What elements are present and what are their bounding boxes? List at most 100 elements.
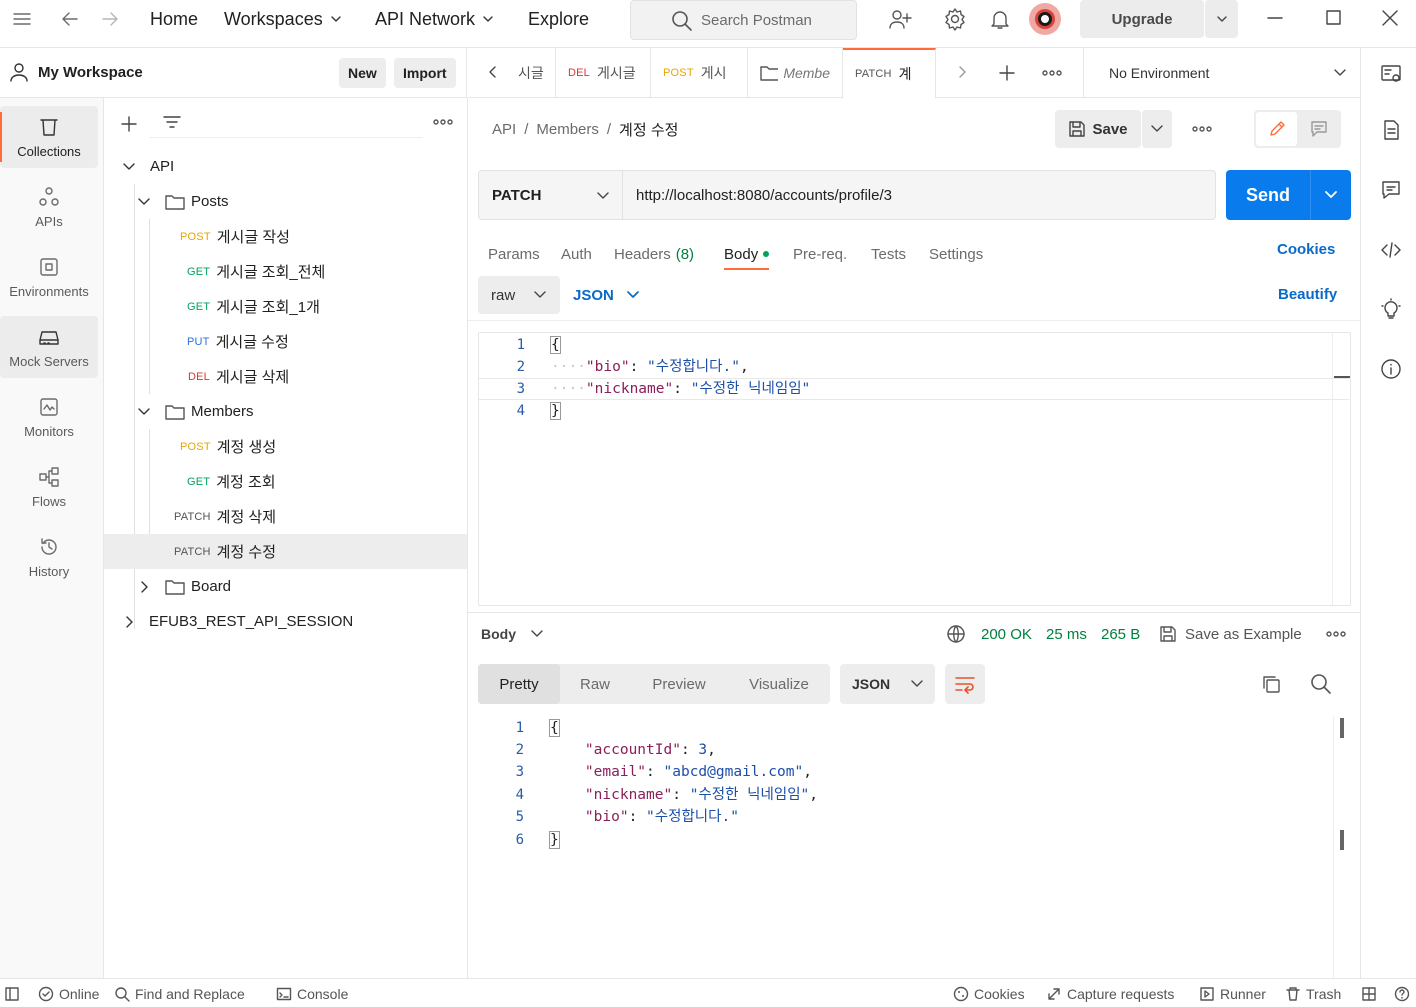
invite-user-icon[interactable] — [888, 8, 912, 30]
home-link[interactable]: Home — [150, 0, 198, 38]
sidebar-item-mock-servers[interactable]: Mock Servers — [0, 316, 98, 378]
tabs-scroll-right-icon[interactable] — [955, 65, 969, 79]
tab-raw[interactable]: Raw — [560, 664, 630, 704]
response-format-select[interactable]: JSON — [840, 664, 935, 704]
body-language-select[interactable]: JSON — [573, 276, 640, 314]
lightbulb-icon[interactable] — [1380, 298, 1402, 320]
console-button[interactable]: Console — [276, 979, 348, 1007]
workspaces-menu[interactable]: Workspaces — [224, 0, 343, 38]
tabs-scroll-left-icon[interactable] — [486, 65, 500, 79]
cookies-button[interactable]: Cookies — [953, 979, 1025, 1007]
save-as-example-button[interactable]: Save as Example — [1159, 614, 1302, 654]
upgrade-dropdown[interactable] — [1205, 0, 1238, 38]
tab-pretty[interactable]: Pretty — [478, 664, 560, 704]
comments-icon[interactable] — [1380, 179, 1402, 201]
tree-request[interactable]: GET 게시글 조회_전체 — [104, 254, 467, 289]
globe-icon[interactable] — [946, 614, 966, 654]
tree-request[interactable]: GET 게시글 조회_1개 — [104, 289, 467, 324]
tabs-more-icon[interactable] — [1042, 68, 1062, 78]
request-tab[interactable]: 시글 — [518, 48, 556, 98]
breadcrumb-current[interactable]: 계정 수정 — [619, 119, 678, 140]
tree-request[interactable]: GET 계정 조회 — [104, 464, 467, 499]
add-collection-icon[interactable] — [120, 115, 138, 133]
edit-mode-button[interactable] — [1256, 112, 1297, 146]
sidebar-item-history[interactable]: History — [0, 526, 98, 588]
tab-pre-request[interactable]: Pre-req. — [793, 238, 847, 270]
response-body-viewer[interactable]: 1 2 3 4 5 6 { "accountId": 3, "email": "… — [478, 716, 1351, 978]
tree-folder-members[interactable]: Members — [104, 394, 467, 429]
trash-button[interactable]: Trash — [1285, 979, 1341, 1007]
save-dropdown[interactable] — [1142, 110, 1172, 148]
tree-folder-api[interactable]: API — [104, 149, 467, 184]
more-options-icon[interactable] — [433, 117, 453, 127]
notifications-bell-icon[interactable] — [988, 7, 1012, 31]
tree-request[interactable]: PUT 게시글 수정 — [104, 324, 467, 359]
tab-headers[interactable]: Headers (8) — [614, 238, 694, 270]
response-status[interactable]: 200 OK — [981, 614, 1032, 654]
menu-icon[interactable] — [12, 10, 32, 28]
tree-request[interactable]: DEL 게시글 삭제 — [104, 359, 467, 394]
sidebar-item-apis[interactable]: APIs — [0, 176, 98, 238]
tree-collection-session[interactable]: EFUB3_REST_API_SESSION — [104, 604, 467, 639]
avatar[interactable] — [1029, 3, 1061, 35]
filter-input[interactable] — [149, 108, 423, 138]
tree-folder-posts[interactable]: Posts — [104, 184, 467, 219]
sidebar-item-monitors[interactable]: Monitors — [0, 386, 98, 448]
online-status[interactable]: Online — [38, 979, 99, 1007]
url-input[interactable] — [623, 170, 1216, 220]
search-input[interactable]: Search Postman — [630, 0, 857, 40]
save-button[interactable]: Save — [1055, 110, 1141, 148]
search-response-icon[interactable] — [1310, 673, 1332, 695]
documentation-icon[interactable] — [1380, 119, 1402, 141]
new-button[interactable]: New — [339, 58, 386, 88]
cookies-link[interactable]: Cookies — [1277, 241, 1335, 258]
tab-auth[interactable]: Auth — [561, 238, 592, 270]
import-button[interactable]: Import — [394, 58, 456, 88]
response-more-icon[interactable] — [1326, 614, 1346, 654]
send-dropdown[interactable] — [1310, 170, 1351, 220]
request-more-icon[interactable] — [1192, 124, 1212, 134]
request-tab[interactable]: Membe — [748, 48, 843, 98]
runner-button[interactable]: Runner — [1199, 979, 1266, 1007]
maximize-window-icon[interactable] — [1325, 9, 1343, 27]
breadcrumb-item[interactable]: Members — [536, 121, 599, 138]
tab-preview[interactable]: Preview — [638, 664, 720, 704]
request-body-editor[interactable]: 1 2 3 4 { ····"bio": "수정합니다.", ····"nick… — [478, 332, 1351, 606]
tab-params[interactable]: Params — [488, 238, 540, 270]
request-tab[interactable]: DEL 게시글 — [556, 48, 651, 98]
close-window-icon[interactable] — [1381, 9, 1399, 27]
toggle-sidebar-icon[interactable] — [4, 979, 20, 1007]
find-replace-button[interactable]: Find and Replace — [114, 979, 245, 1007]
code-snippet-icon[interactable] — [1380, 239, 1402, 261]
sidebar-item-environments[interactable]: Environments — [0, 246, 98, 308]
tab-settings[interactable]: Settings — [929, 238, 983, 270]
tab-body[interactable]: Body — [724, 238, 770, 270]
tab-visualize[interactable]: Visualize — [734, 664, 824, 704]
body-type-select[interactable]: raw — [478, 276, 560, 314]
explore-link[interactable]: Explore — [528, 0, 589, 38]
environment-quick-look-icon[interactable] — [1380, 63, 1402, 85]
environment-select[interactable]: No Environment — [1083, 48, 1360, 98]
response-scrollbar[interactable] — [1333, 716, 1351, 978]
tree-request[interactable]: PATCH 계정 삭제 — [104, 499, 467, 534]
response-size[interactable]: 265 B — [1101, 614, 1140, 654]
sidebar-item-collections[interactable]: Collections — [0, 106, 98, 168]
editor-scrollbar[interactable] — [1332, 333, 1350, 605]
request-tab[interactable]: POST 게시 — [651, 48, 748, 98]
tree-folder-board[interactable]: Board — [104, 569, 467, 604]
response-time[interactable]: 25 ms — [1046, 614, 1087, 654]
info-icon[interactable] — [1380, 358, 1402, 380]
minimize-window-icon[interactable] — [1266, 9, 1284, 27]
help-icon[interactable] — [1394, 979, 1410, 1007]
tree-request[interactable]: POST 게시글 작성 — [104, 219, 467, 254]
api-network-menu[interactable]: API Network — [375, 0, 495, 38]
send-button[interactable]: Send — [1226, 170, 1310, 220]
tree-request-selected[interactable]: PATCH 계정 수정 — [104, 534, 467, 569]
http-method-select[interactable]: PATCH — [478, 170, 623, 220]
response-body-select[interactable]: Body — [481, 614, 544, 654]
forward-arrow-icon[interactable] — [100, 9, 120, 29]
tab-tests[interactable]: Tests — [871, 238, 906, 270]
new-tab-icon[interactable] — [998, 64, 1016, 82]
capture-requests-button[interactable]: Capture requests — [1046, 979, 1174, 1007]
copy-icon[interactable] — [1260, 673, 1282, 695]
